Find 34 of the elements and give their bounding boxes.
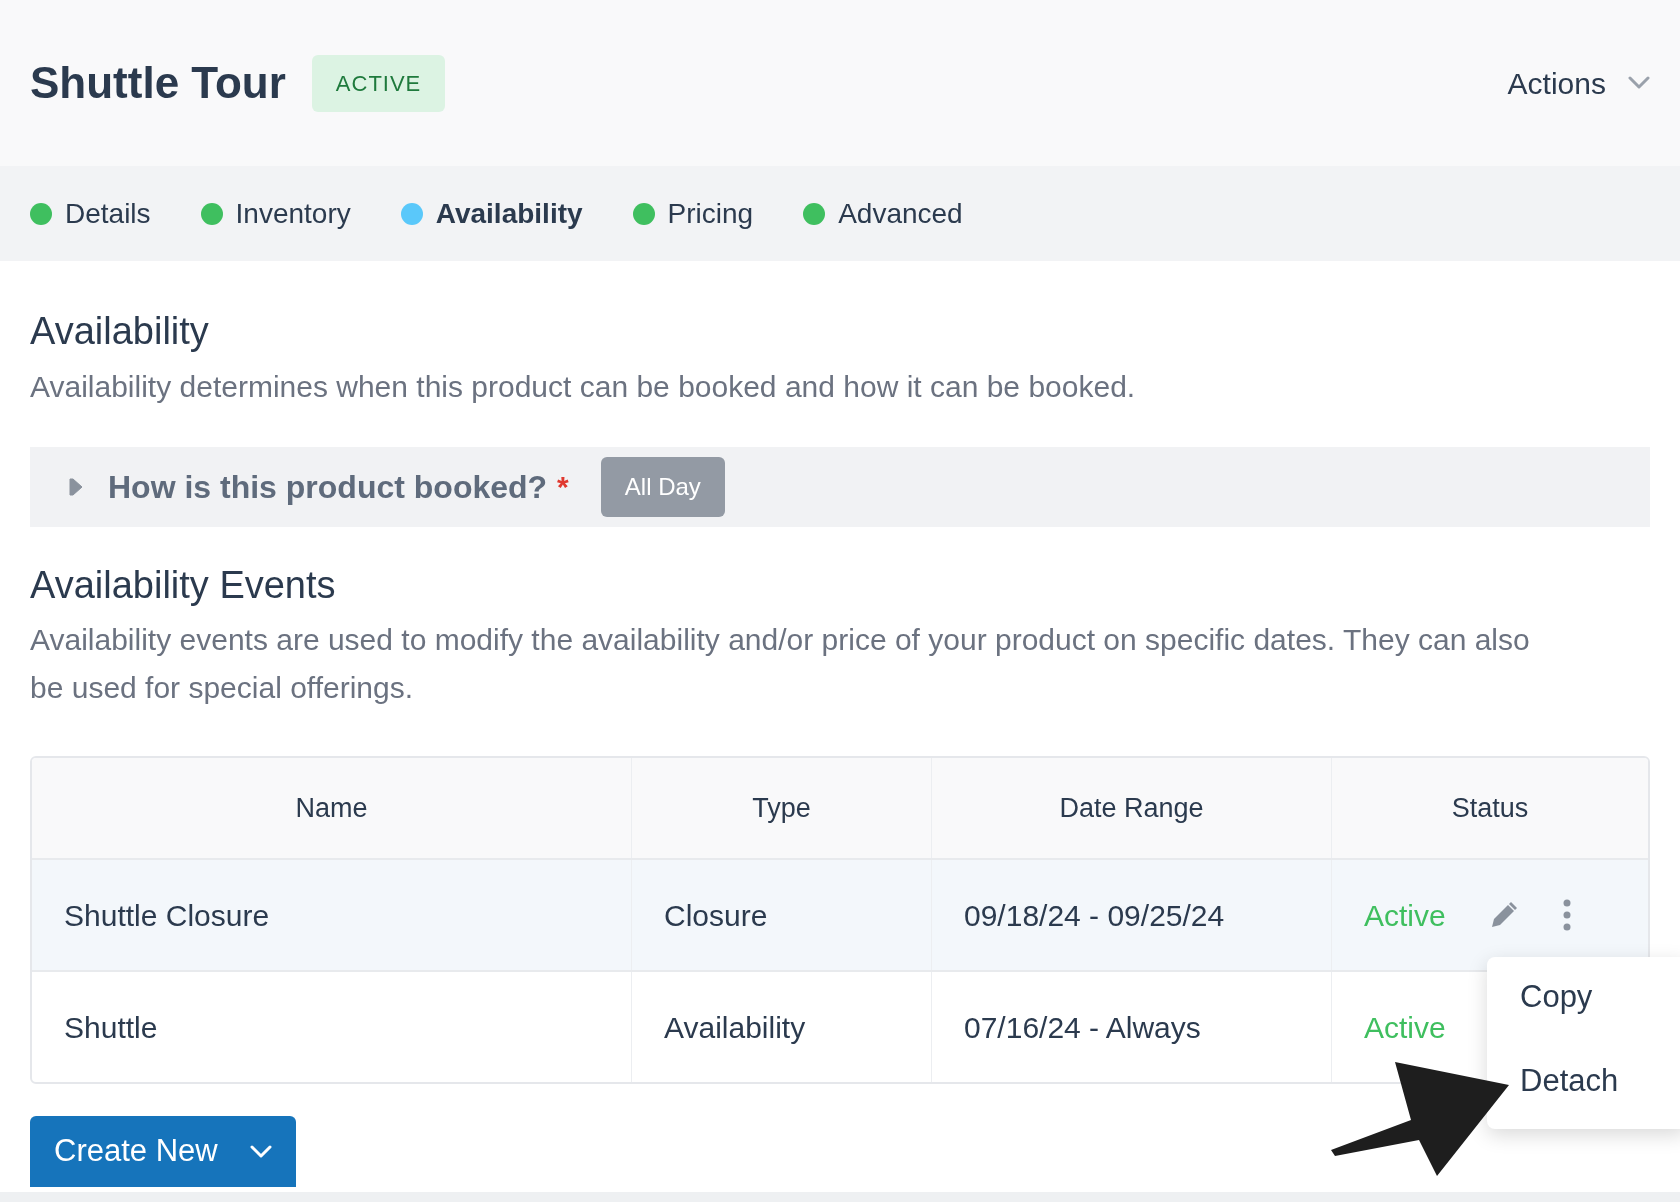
section-heading: Availability Events [30, 562, 337, 608]
chevron-down-icon [249, 1144, 272, 1159]
status-text: Active [1364, 897, 1446, 934]
status-text: Active [1364, 1009, 1446, 1046]
table-row[interactable]: Shuttle Closure Closure 09/18/24 - 09/25/24 Active [32, 858, 1648, 971]
pencil-icon[interactable] [1489, 901, 1518, 930]
page-title: Shuttle Tour [30, 56, 286, 109]
menu-item[interactable]: Copy [1520, 977, 1593, 1017]
section-description: Availability events are used to modify the availability and/or price of your product on specific dates. They can also be used for special offerings. [30, 622, 1530, 707]
create-new-button[interactable]: Create New [30, 1116, 296, 1188]
step-tab[interactable]: Pricing [632, 192, 754, 235]
section-heading: Availability [30, 309, 210, 354]
column-header: Date Range [1059, 791, 1204, 825]
column-header: Type [752, 791, 811, 825]
more-icon[interactable] [1561, 899, 1572, 932]
step-tab[interactable]: Inventory [200, 192, 351, 235]
section-description: Availability determines when this product can be booked and how it can be booked. [30, 368, 1137, 405]
actions-dropdown[interactable]: Actions [1507, 60, 1650, 106]
table-cell-text: 07/16/24 - Always [964, 1009, 1201, 1046]
table-cell-text: Shuttle Closure [64, 897, 270, 934]
caret-icon[interactable] [68, 476, 84, 497]
booking-question: How is this product booked? [108, 467, 548, 507]
table-cell-text: Closure [664, 897, 768, 934]
step-tab[interactable]: Advanced [803, 192, 963, 235]
table-cell-text: Availability [664, 1009, 806, 1046]
status-badge: ACTIVE [311, 54, 446, 112]
table-cell-text: Shuttle [64, 1009, 158, 1046]
table-cell-text: 09/18/24 - 09/25/24 [964, 897, 1225, 934]
step-tab[interactable]: Availability [400, 192, 583, 235]
column-header: Name [295, 791, 368, 825]
step-tab[interactable]: Details [30, 192, 151, 235]
chevron-down-icon [1628, 76, 1650, 90]
column-header: Status [1451, 791, 1529, 825]
required-mark: * [557, 469, 569, 506]
